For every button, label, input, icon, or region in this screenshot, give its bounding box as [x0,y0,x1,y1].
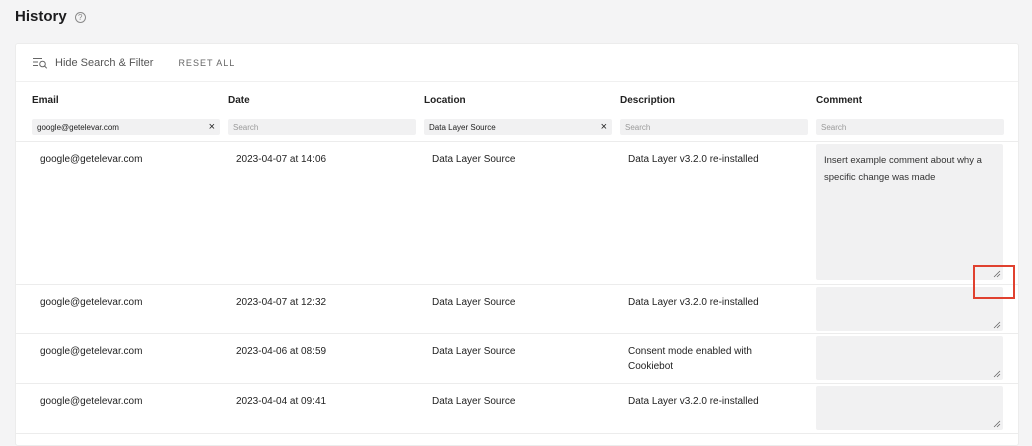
row-date: 2023-04-07 at 14:06 [236,154,327,165]
description-filter-placeholder: Search [625,122,651,132]
row-date: 2023-04-07 at 12:32 [236,297,327,308]
date-filter-placeholder: Search [233,122,259,132]
column-header-email[interactable]: Email [32,95,59,106]
toolbar: Hide Search & Filter RESET ALL [16,44,1018,82]
email-filter-input[interactable]: google@getelevar.com × [32,119,220,135]
filter-row: google@getelevar.com × Search Data Layer… [16,113,1018,142]
table-row: google@getelevar.com 2023-04-07 at 12:32… [16,285,1018,334]
comment-textarea[interactable]: Insert example comment about why a speci… [816,144,1003,280]
table-row: google@getelevar.com 2023-04-04 at 09:41… [16,384,1018,434]
comment-filter-placeholder: Search [821,122,847,132]
row-date: 2023-04-04 at 09:41 [236,396,327,407]
comment-filter-input[interactable]: Search [816,119,1004,135]
resize-handle-icon[interactable] [993,370,1001,378]
comment-textarea[interactable] [816,336,1003,380]
email-filter-value: google@getelevar.com [37,122,119,132]
row-date: 2023-04-06 at 08:59 [236,346,327,357]
resize-handle-icon[interactable] [993,420,1001,428]
row-email: google@getelevar.com [40,154,143,165]
page-title: History [15,8,67,25]
history-card: Hide Search & Filter RESET ALL Email Dat… [15,43,1019,446]
hide-search-filter-label: Hide Search & Filter [55,56,154,69]
row-email: google@getelevar.com [40,396,143,407]
location-filter-input[interactable]: Data Layer Source × [424,119,612,135]
comment-textarea[interactable] [816,287,1003,331]
column-header-date[interactable]: Date [228,95,250,106]
location-filter-value: Data Layer Source [429,122,496,132]
column-header-comment[interactable]: Comment [816,95,862,106]
row-description: Data Layer v3.2.0 re-installed [628,154,759,165]
page-header: History ? [15,8,86,25]
comment-textarea[interactable] [816,386,1003,430]
row-location: Data Layer Source [432,297,516,308]
table-row: google@getelevar.com 2023-04-06 at 08:59… [16,334,1018,384]
table-row: google@getelevar.com 2023-04-07 at 14:06… [16,142,1018,285]
description-filter-input[interactable]: Search [620,119,808,135]
row-location: Data Layer Source [432,154,516,165]
comment-text: Insert example comment about why a speci… [824,155,982,183]
row-description: Data Layer v3.2.0 re-installed [628,297,759,308]
row-email: google@getelevar.com [40,297,143,308]
hide-search-filter-button[interactable]: Hide Search & Filter [33,57,153,69]
resize-handle-icon[interactable] [993,270,1001,278]
row-location: Data Layer Source [432,346,516,357]
question-circle-icon[interactable]: ? [74,12,86,23]
column-header-description[interactable]: Description [620,95,675,106]
resize-handle-icon[interactable] [993,321,1001,329]
row-location: Data Layer Source [432,396,516,407]
row-description: Data Layer v3.2.0 re-installed [628,396,759,407]
filter-search-icon [33,57,48,69]
row-description: Consent mode enabled with Cookiebot [628,346,752,372]
row-email: google@getelevar.com [40,346,143,357]
reset-all-button[interactable]: RESET ALL [178,58,235,68]
date-filter-input[interactable]: Search [228,119,416,135]
column-header-location[interactable]: Location [424,95,466,106]
table-header: Email Date Location Description Comment [16,82,1018,113]
